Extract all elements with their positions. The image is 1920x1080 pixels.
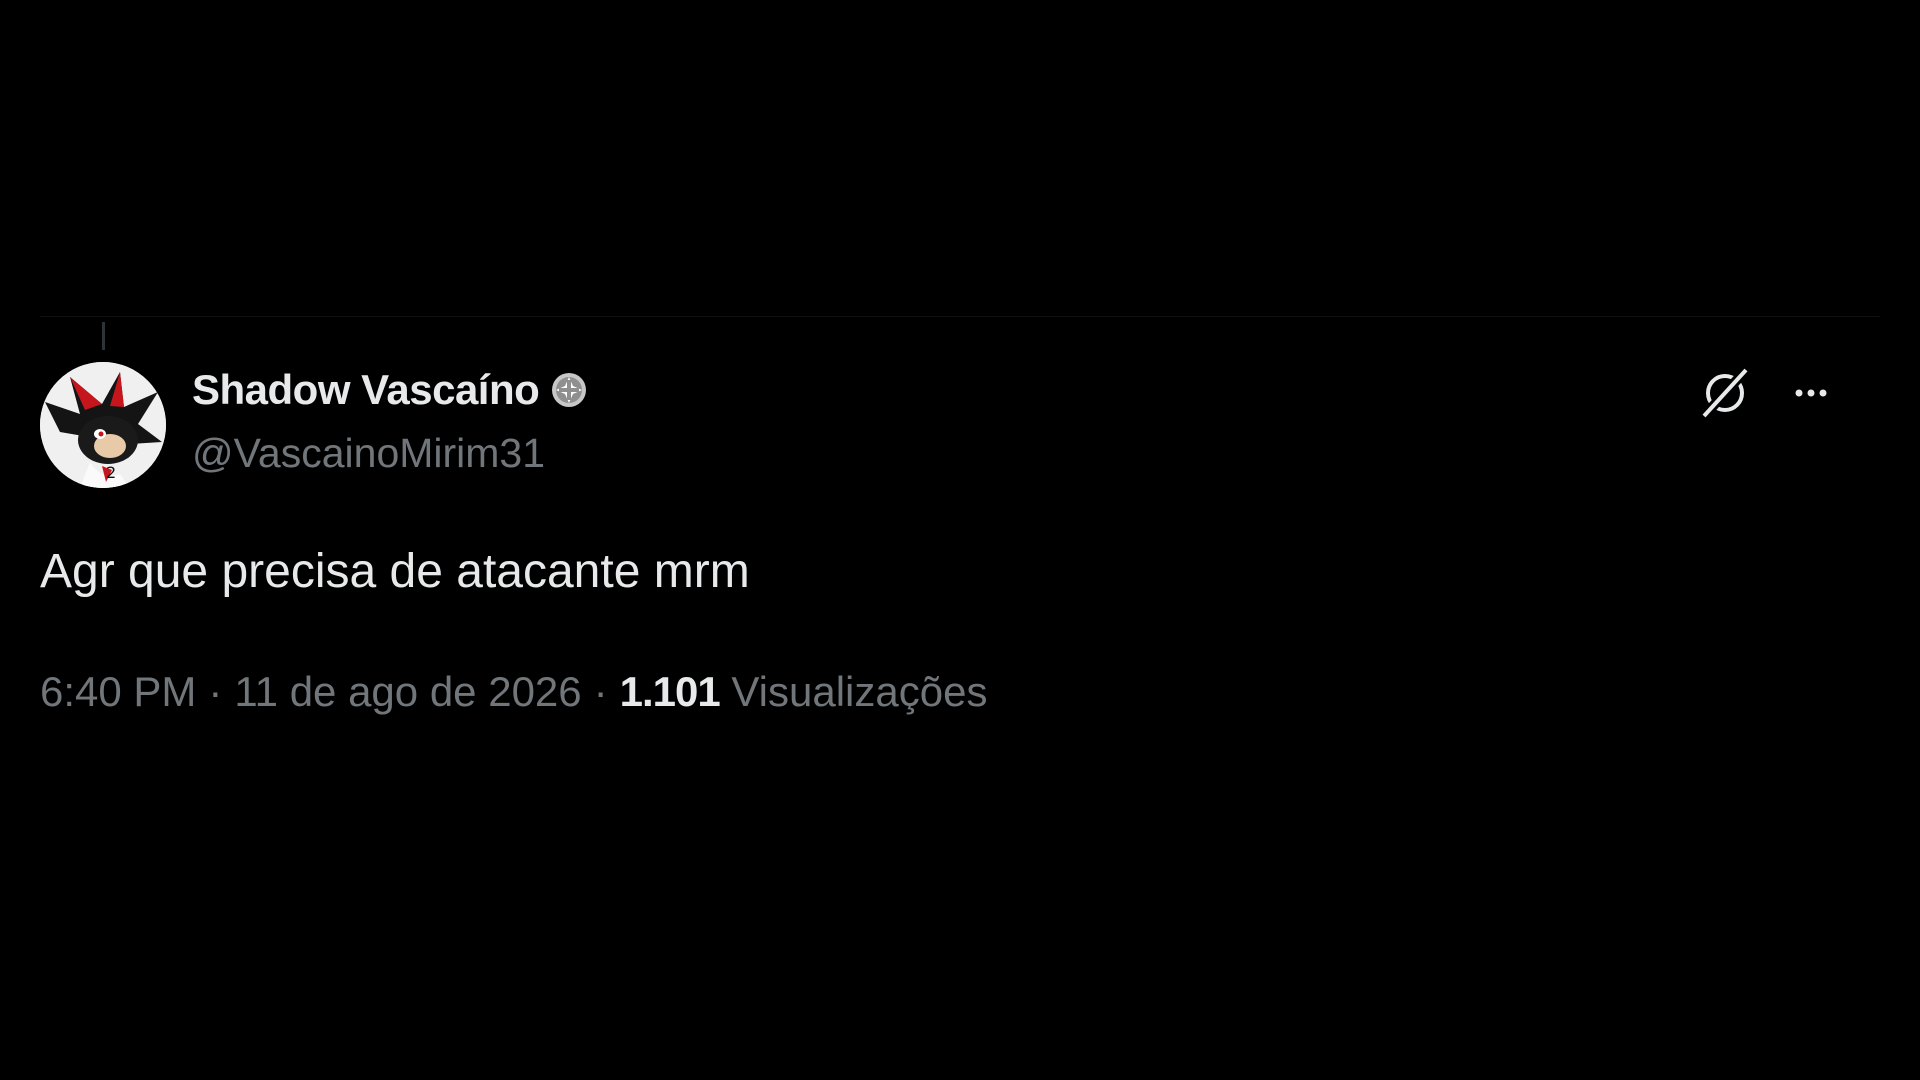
tweet-actions: [1696, 364, 1840, 422]
grok-icon[interactable]: [1696, 364, 1754, 422]
views[interactable]: 1.101 Visualizações: [620, 668, 988, 716]
tweet-time[interactable]: 6:40 PM: [40, 668, 196, 716]
avatar-image: 2: [40, 362, 166, 488]
user-handle[interactable]: @VascainoMirim31: [192, 430, 589, 477]
club-crest-icon: [549, 370, 589, 410]
top-divider: [40, 316, 1880, 317]
views-label: Visualizações: [731, 668, 988, 715]
tweet-text: Agr que precisa de atacante mrm: [40, 545, 750, 598]
author-block: Shadow Vascaíno @VascainoMirim31: [192, 366, 589, 477]
svg-text:2: 2: [106, 463, 116, 482]
name-row: Shadow Vascaíno: [192, 366, 589, 414]
tweet-date[interactable]: 11 de ago de 2026: [234, 668, 581, 716]
meta-separator: ·: [208, 668, 223, 715]
tweet[interactable]: 2 Shadow Vascaíno @VascainoMirim31 Agr q…: [40, 362, 1840, 722]
avatar[interactable]: 2: [40, 362, 166, 488]
more-icon[interactable]: [1782, 364, 1840, 422]
tweet-meta: 6:40 PM · 11 de ago de 2026 · 1.101 Visu…: [40, 668, 987, 716]
thread-connector-line: [102, 322, 105, 350]
display-name[interactable]: Shadow Vascaíno: [192, 366, 540, 414]
meta-separator: ·: [593, 668, 608, 715]
views-count: 1.101: [619, 668, 721, 715]
